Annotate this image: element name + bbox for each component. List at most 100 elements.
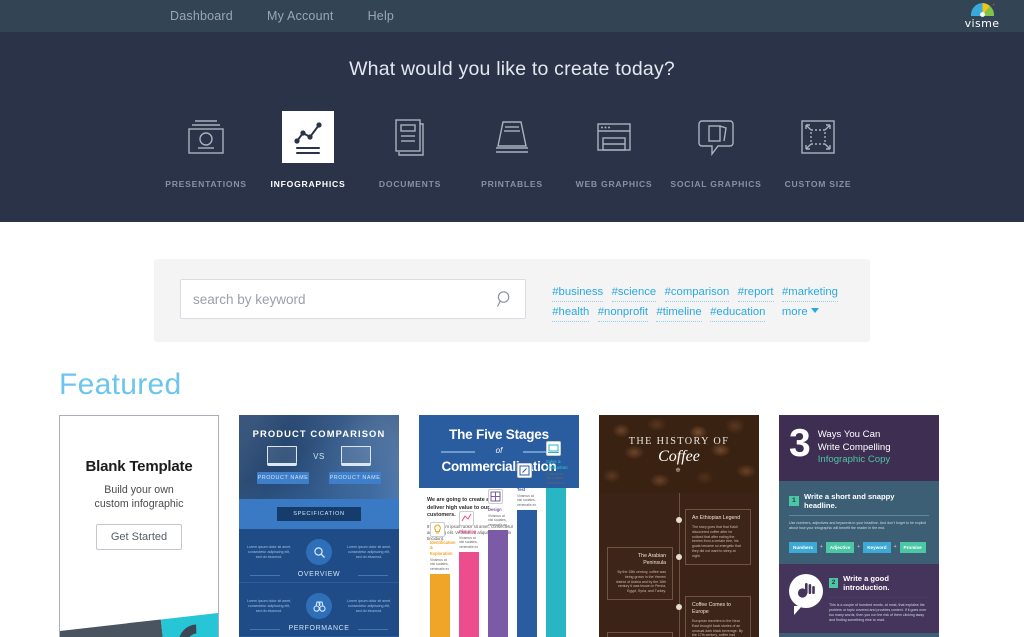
divider <box>789 514 929 516</box>
lightbulb-icon <box>430 522 445 538</box>
primary-nav: Dashboard My Account Help <box>170 9 394 23</box>
five-stages-bar-chart: Identification & Exploration Vivamus at … <box>427 441 571 637</box>
template-card-grid: Blank Template Build your own custom inf… <box>59 415 1024 637</box>
laptop-icon-left <box>267 446 298 466</box>
tag-marketing[interactable]: #marketing <box>782 284 838 302</box>
tag-business[interactable]: #business <box>552 284 604 302</box>
event-body: European travelers to the Near East brou… <box>692 619 743 637</box>
get-started-button[interactable]: Get Started <box>95 524 183 550</box>
category-selector: PRESENTATIONS INFOGRAPHICS DOCUMENTS PRI… <box>155 111 869 189</box>
laptop-comparison-graphic: VS <box>239 446 399 466</box>
chip-separator: + <box>893 544 897 550</box>
big-number: 3 <box>789 422 811 465</box>
coffee-title-1: THE HISTORY OF <box>628 436 730 447</box>
coffee-timeline: An Ethiopian Legend The story goes that … <box>599 493 759 637</box>
category-infographics[interactable]: INFOGRAPHICS <box>257 111 359 189</box>
timeline-event: Coffee Comes to Europe European traveler… <box>685 596 751 637</box>
stage-label: Sales & Production <box>546 459 568 470</box>
sales-production-icon <box>546 441 561 457</box>
stage-label: Design <box>488 506 502 512</box>
tag-timeline[interactable]: #timeline <box>656 304 702 322</box>
binoculars-icon <box>306 593 332 619</box>
tag-education[interactable]: #education <box>710 304 766 322</box>
comparison-row: Lorem ipsum dolor sit amet, consectetur … <box>239 529 399 583</box>
category-printables[interactable]: PRINTABLES <box>461 111 563 189</box>
category-documents[interactable]: DOCUMENTS <box>359 111 461 189</box>
nav-help[interactable]: Help <box>368 9 395 23</box>
category-social-graphics[interactable]: SOCIAL GRAPHICS <box>665 111 767 189</box>
category-web-graphics[interactable]: WEB GRAPHICS <box>563 111 665 189</box>
comparison-row: Lorem ipsum dolor sit amet, consectetur … <box>239 583 399 637</box>
card-write-compelling-infographic-copy[interactable]: 3 Ways You Can Write Compelling Infograp… <box>779 415 939 637</box>
card-blank-template[interactable]: Blank Template Build your own custom inf… <box>59 415 219 637</box>
category-presentations[interactable]: PRESENTATIONS <box>155 111 257 189</box>
search-box[interactable] <box>180 279 527 319</box>
tag-list: #business #science #comparison #report #… <box>552 279 844 322</box>
five-stages-title-1: The Five Stages <box>449 427 549 442</box>
custom-size-icon <box>792 111 844 163</box>
card-product-comparison[interactable]: PRODUCT COMPARISON VS PRODUCT NAME PRODU… <box>239 415 399 637</box>
timeline-spine <box>679 493 680 637</box>
category-custom-size[interactable]: CUSTOM SIZE <box>767 111 869 189</box>
documents-icon <box>384 111 436 163</box>
category-label: PRINTABLES <box>481 179 543 189</box>
three-ways-title-3: Infographic Copy <box>817 454 891 465</box>
category-label: INFOGRAPHICS <box>270 179 346 189</box>
blank-template-decoration <box>60 612 218 637</box>
row-caption: PERFORMANCE <box>246 625 392 632</box>
search-input[interactable] <box>181 291 526 307</box>
stage-desc: Vivamus at nisl sodales, venenatis ex <box>488 513 508 527</box>
event-heading: The Arabian Peninsula <box>638 553 666 566</box>
stage-bar: Sales & Production Vivamus at nisl sodal… <box>546 441 568 637</box>
step-2-section: 2 Write a good introduction. This is a c… <box>779 563 939 633</box>
blank-template-subtitle-1: Build your own <box>104 484 174 496</box>
infographic-chart-icon <box>282 111 334 163</box>
step-body: This is a couple of hundred words, at mo… <box>829 602 927 622</box>
coffee-title-2: Coffee <box>658 448 700 465</box>
timeline-event: An Ethiopian Legend The story goes that … <box>685 509 751 565</box>
tag-comparison[interactable]: #comparison <box>664 284 730 302</box>
more-tags-button[interactable]: more <box>782 306 819 318</box>
nav-my-account[interactable]: My Account <box>267 9 334 23</box>
card-five-stages-commercialization[interactable]: The Five Stages of Commercialization We … <box>419 415 579 637</box>
design-grid-icon <box>488 488 503 504</box>
product-name-left: PRODUCT NAME <box>257 472 309 484</box>
stage-desc: Vivamus at nisl sodales, venenatis ex <box>459 535 479 549</box>
timeline-dot <box>676 517 682 523</box>
search-icon[interactable] <box>496 290 514 313</box>
stage-label: Identification & Exploration <box>430 540 456 556</box>
row-text-left: Lorem ipsum dolor sit amet, consectetur … <box>246 598 292 613</box>
specification-label: SPECIFICATION <box>277 507 361 521</box>
stage-desc: Vivamus at nisl sodales, venenatis ex <box>546 471 566 485</box>
step-heading: Write a good introduction. <box>843 573 890 592</box>
more-tags-label: more <box>781 306 808 318</box>
category-label: CUSTOM SIZE <box>784 179 852 189</box>
step-heading: Write a short and snappy headline. <box>803 491 895 510</box>
chip-separator: + <box>857 544 861 550</box>
card-history-of-coffee[interactable]: THE HISTORY OF Coffee ❉ An Ethiopian Leg… <box>599 415 759 637</box>
presentation-icon <box>180 111 232 163</box>
category-label: SOCIAL GRAPHICS <box>670 179 762 189</box>
specification-band: SPECIFICATION <box>239 499 399 529</box>
vs-label: VS <box>313 451 325 461</box>
chip-promise: Promise <box>899 541 926 553</box>
tag-health[interactable]: #health <box>552 304 590 322</box>
category-label: PRESENTATIONS <box>165 179 247 189</box>
tag-report[interactable]: #report <box>737 284 774 302</box>
event-body: The story goes that that Kaldi discovere… <box>692 525 741 558</box>
featured-heading: Featured <box>59 368 182 401</box>
visme-logo-text: visme <box>964 17 1000 30</box>
step-number-badge: 2 <box>829 577 839 588</box>
top-navigation-bar: Dashboard My Account Help visme <box>0 0 1024 32</box>
tag-nonprofit[interactable]: #nonprofit <box>597 304 649 322</box>
tag-science[interactable]: #science <box>611 284 657 302</box>
row-caption: OVERVIEW <box>246 571 392 578</box>
chip-adjective: Adjective <box>825 541 855 553</box>
formula-chips: Numbers + Adjective + Keyword + Promise <box>789 541 929 553</box>
row-text-left: Lorem ipsum dolor sit amet, consectetur … <box>246 544 292 559</box>
stage-bar: Design Vivamus at nisl sodales, venenati… <box>488 488 508 637</box>
row-text-right: Lorem ipsum dolor sit amet, consectetur … <box>346 544 392 559</box>
blank-template-title: Blank Template <box>85 458 193 475</box>
nav-dashboard[interactable]: Dashboard <box>170 9 233 23</box>
visme-logo[interactable]: visme <box>954 0 1010 34</box>
